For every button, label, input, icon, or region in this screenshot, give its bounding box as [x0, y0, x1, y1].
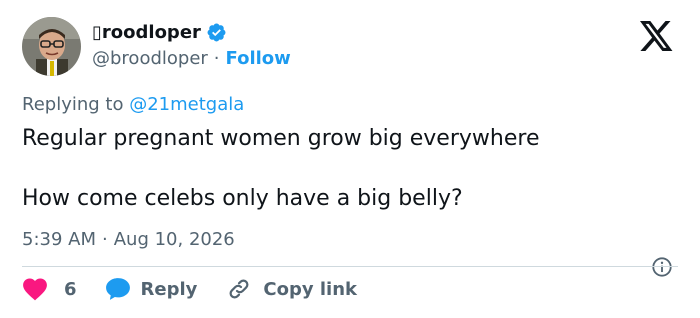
tweet-time: 5:39 AM	[22, 229, 96, 250]
copy-link-button[interactable]: Copy link	[227, 277, 357, 301]
replying-prefix: Replying to	[22, 94, 124, 115]
tweet-timestamp[interactable]: 5:39 AM · Aug 10, 2026	[22, 229, 235, 250]
link-icon	[229, 279, 249, 299]
copy-link-label: Copy link	[263, 278, 357, 300]
reply-label: Reply	[140, 278, 198, 300]
avatar[interactable]	[22, 17, 81, 76]
reply-button[interactable]: Reply	[105, 277, 198, 301]
follow-button[interactable]: Follow	[226, 48, 291, 69]
like-button[interactable]: 6	[22, 277, 77, 301]
tweet-text-line-2: How come celebs only have a big belly?	[22, 186, 463, 211]
tweet-date: Aug 10, 2026	[113, 229, 235, 250]
avatar-image	[22, 17, 81, 76]
like-count: 6	[64, 278, 77, 300]
x-logo-icon[interactable]	[640, 21, 674, 51]
tweet-text-line-1: Regular pregnant women grow big everywhe…	[22, 126, 540, 151]
info-icon[interactable]	[651, 256, 673, 278]
author-name-row: ▯roodloper	[92, 22, 227, 43]
divider	[22, 266, 678, 267]
heart-icon	[23, 278, 47, 301]
reply-mention-link[interactable]: @21metgala	[129, 94, 244, 115]
verified-badge-icon	[207, 23, 226, 42]
action-bar: 6 Reply Copy link	[22, 277, 357, 301]
author-handle[interactable]: @broodloper	[92, 48, 208, 69]
replying-to: Replying to @21metgala	[22, 94, 244, 115]
timestamp-separator: ·	[102, 229, 108, 250]
handle-separator: ·	[213, 48, 220, 69]
author-display-name[interactable]: ▯roodloper	[92, 22, 201, 43]
reply-bubble-icon	[105, 278, 130, 300]
author-handle-row: @broodloper · Follow	[92, 48, 291, 69]
